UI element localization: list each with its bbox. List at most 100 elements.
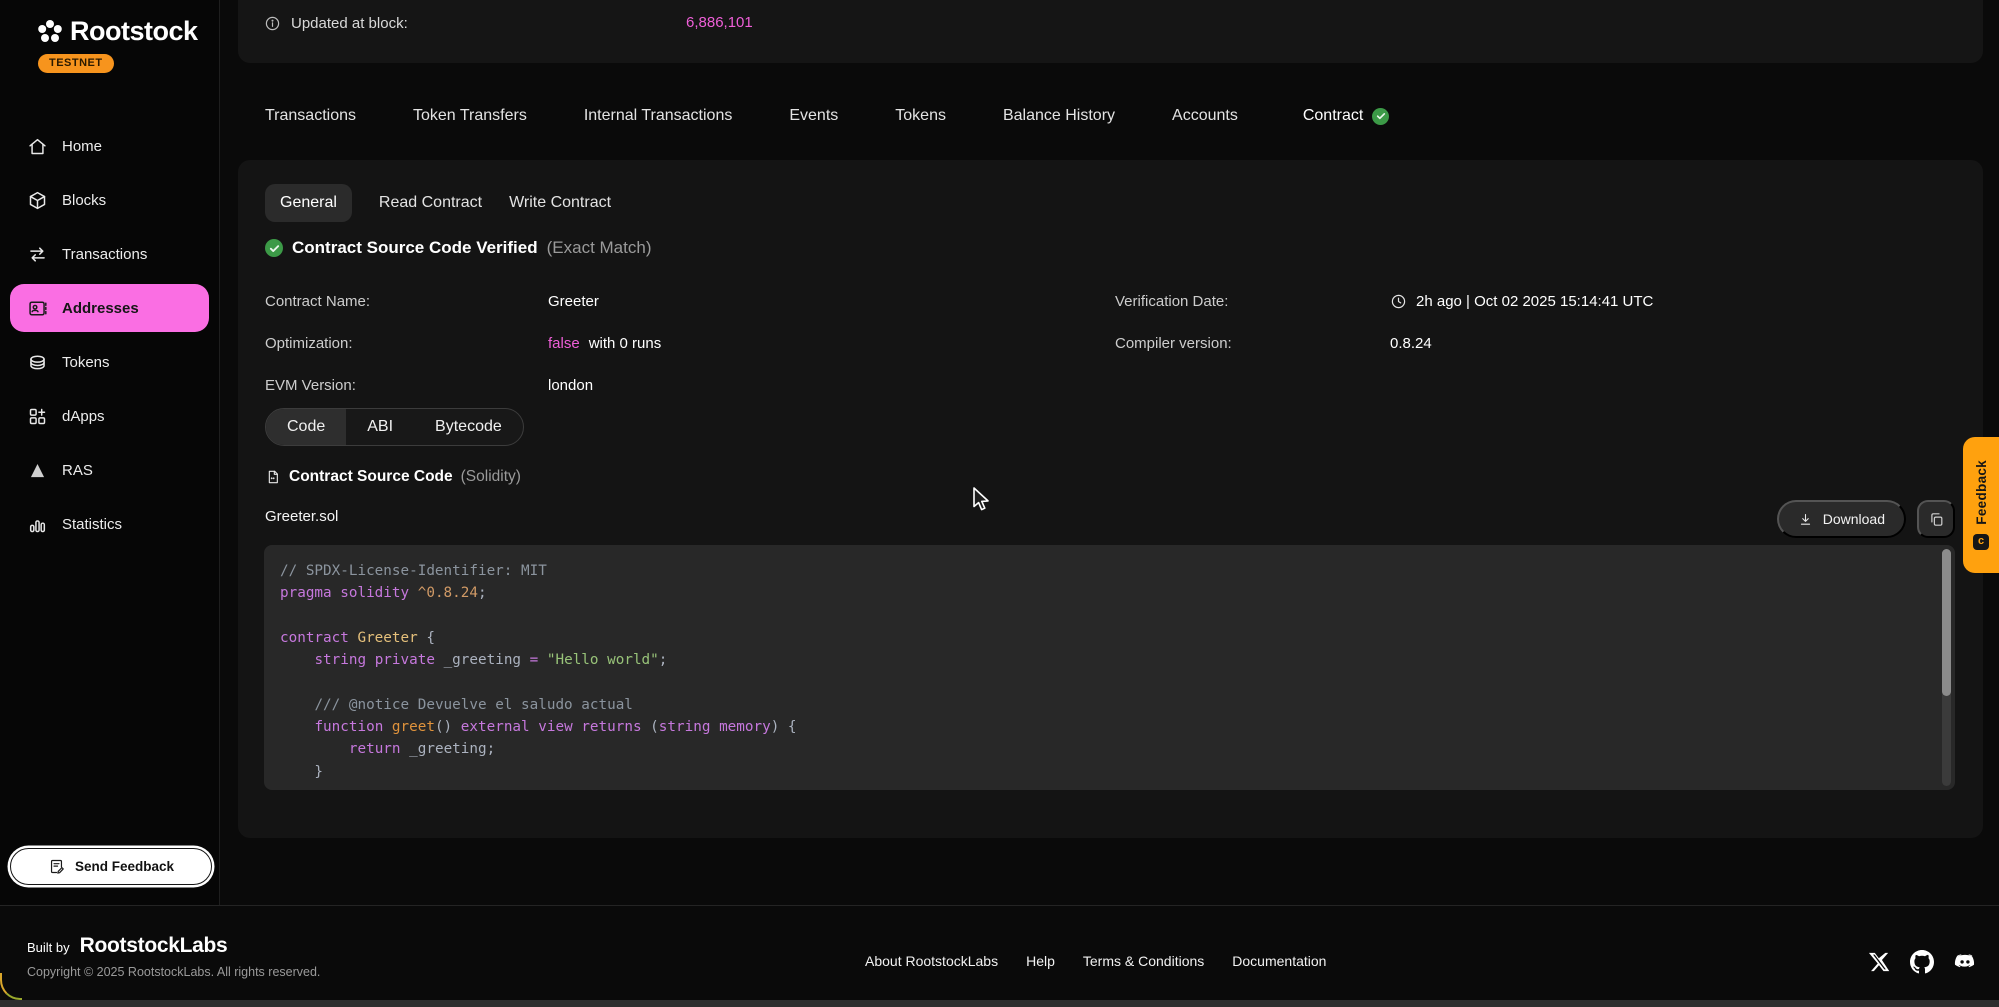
sidebar-item-blocks[interactable]: Blocks (10, 176, 209, 224)
tab-transactions[interactable]: Transactions (265, 107, 356, 125)
subtab-write-contract[interactable]: Write Contract (509, 194, 611, 212)
footer-link-about-rootstocklabs[interactable]: About RootstockLabs (865, 953, 998, 969)
tab-tokens[interactable]: Tokens (895, 107, 946, 125)
code-line: pragma solidity ^0.8.24; (280, 582, 1915, 604)
contract-fields-left: Contract Name:Greeter Optimization:false … (265, 280, 661, 406)
source-code-title: Contract Source Code (289, 468, 453, 486)
brand-name: Rootstock (70, 16, 198, 47)
brand-logo[interactable]: Rootstock TESTNET (0, 0, 219, 73)
addresses-icon (27, 298, 48, 319)
subtab-general[interactable]: General (265, 184, 352, 222)
github-icon[interactable] (1910, 950, 1934, 974)
field-value-evm-version-: london (548, 377, 661, 394)
updated-block-card: Updated at block: 6,886,101 (238, 0, 1983, 63)
field-label-verification-date-: Verification Date: (1115, 293, 1390, 310)
verified-title: Contract Source Code Verified (292, 238, 538, 258)
contract-panel: General Read Contract Write Contract Contr… (238, 160, 1983, 838)
code-scrollbar[interactable] (1942, 549, 1951, 786)
footer-link-documentation[interactable]: Documentation (1232, 953, 1326, 969)
footer-link-help[interactable]: Help (1026, 953, 1055, 969)
x-icon[interactable] (1867, 950, 1891, 974)
code-line: function greet() external view returns (… (280, 716, 1915, 738)
source-code-lines: // SPDX-License-Identifier: MITpragma so… (280, 560, 1915, 783)
download-label: Download (1823, 511, 1885, 527)
block-number-link[interactable]: 6,886,101 (686, 14, 753, 31)
code-line: /// @notice Devuelve el saludo actual (280, 694, 1915, 716)
tab-internal-transactions[interactable]: Internal Transactions (584, 107, 733, 125)
field-value-contract-name-: Greeter (548, 293, 661, 310)
feedback-side-tab[interactable]: Feedback c (1963, 437, 1999, 573)
feedback-tab-label: Feedback (1974, 460, 1989, 525)
tab-events[interactable]: Events (789, 107, 838, 125)
tab-token-transfers[interactable]: Token Transfers (413, 107, 527, 125)
built-by-label: Built by (27, 940, 70, 955)
view-segment-bytecode[interactable]: Bytecode (414, 409, 523, 445)
feedback-logo-icon: c (1973, 534, 1989, 550)
code-view-switcher: CodeABIBytecode (265, 408, 524, 446)
home-icon (27, 136, 48, 157)
contract-subtabs: General Read Contract Write Contract (265, 184, 611, 222)
check-icon (1372, 108, 1389, 125)
ras-icon (27, 460, 48, 481)
sidebar-item-transactions[interactable]: Transactions (10, 230, 209, 278)
statistics-icon (27, 514, 48, 535)
code-line (280, 671, 1915, 693)
verified-heading: Contract Source Code Verified (Exact Mat… (265, 238, 651, 258)
note-pencil-icon (48, 858, 65, 875)
file-icon (265, 469, 281, 485)
testnet-badge: TESTNET (38, 54, 114, 73)
field-value-optimization-: false with 0 runs (548, 335, 661, 352)
footer-links: About RootstockLabs Help Terms & Condition… (865, 953, 1326, 969)
sidebar: Rootstock TESTNET Home Blocks Transactions… (0, 0, 220, 905)
code-line: } (280, 761, 1915, 783)
contract-fields-right: Verification Date:2h ago | Oct 02 2025 1… (1115, 280, 1653, 364)
discord-icon[interactable] (1953, 950, 1977, 974)
transactions-icon (27, 244, 48, 265)
view-segment-code[interactable]: Code (266, 409, 346, 445)
field-label-optimization-: Optimization: (265, 335, 548, 352)
code-line: string private _greeting = "Hello world"… (280, 649, 1915, 671)
address-tabs: Transactions Token Transfers Internal Tran… (265, 95, 1404, 137)
code-line (280, 605, 1915, 627)
send-feedback-button[interactable]: Send Feedback (10, 848, 212, 885)
field-label-compiler-version-: Compiler version: (1115, 335, 1390, 352)
field-value-compiler-version-: 0.8.24 (1390, 335, 1653, 352)
subtab-read-contract[interactable]: Read Contract (379, 194, 482, 212)
code-scrollbar-thumb[interactable] (1942, 549, 1951, 696)
sidebar-item-statistics[interactable]: Statistics (10, 500, 209, 548)
source-file-name: Greeter.sol (265, 508, 338, 525)
field-label-contract-name-: Contract Name: (265, 293, 548, 310)
updated-block-label: Updated at block: (291, 15, 408, 32)
sidebar-item-tokens[interactable]: Tokens (10, 338, 209, 386)
sidebar-item-home[interactable]: Home (10, 122, 209, 170)
footer-social-icons (1867, 950, 1977, 974)
code-line: contract Greeter { (280, 627, 1915, 649)
footer: Built by RootstockLabs Copyright © 2025 … (0, 905, 1999, 1000)
dapps-icon (27, 406, 48, 427)
rootstock-flower-icon (36, 18, 64, 46)
sidebar-item-dapps[interactable]: dApps (10, 392, 209, 440)
bottom-strip (0, 1000, 1999, 1007)
source-code-language: (Solidity) (461, 468, 521, 486)
field-label-evm-version-: EVM Version: (265, 377, 548, 394)
tab-contract[interactable]: Contract (1285, 96, 1404, 136)
tokens-icon (27, 352, 48, 373)
copyright-text: Copyright © 2025 RootstockLabs. All righ… (27, 965, 320, 979)
code-line: // SPDX-License-Identifier: MIT (280, 560, 1915, 582)
footer-brand-link[interactable]: RootstockLabs (80, 934, 228, 958)
view-segment-abi[interactable]: ABI (346, 409, 414, 445)
verified-suffix: (Exact Match) (547, 238, 652, 258)
tab-accounts[interactable]: Accounts (1172, 107, 1238, 125)
download-icon (1798, 512, 1813, 527)
download-button[interactable]: Download (1777, 500, 1906, 538)
sidebar-nav: Home Blocks Transactions Addresses Tokens dAp… (0, 122, 219, 554)
send-feedback-label: Send Feedback (75, 859, 174, 874)
footer-link-terms-conditions[interactable]: Terms & Conditions (1083, 953, 1204, 969)
copy-icon (1928, 511, 1945, 528)
copy-button[interactable] (1917, 500, 1955, 538)
sidebar-item-ras[interactable]: RAS (10, 446, 209, 494)
field-value-verification-date-: 2h ago | Oct 02 2025 15:14:41 UTC (1390, 293, 1653, 310)
sidebar-item-addresses[interactable]: Addresses (10, 284, 209, 332)
code-line: return _greeting; (280, 738, 1915, 760)
tab-balance-history[interactable]: Balance History (1003, 107, 1115, 125)
